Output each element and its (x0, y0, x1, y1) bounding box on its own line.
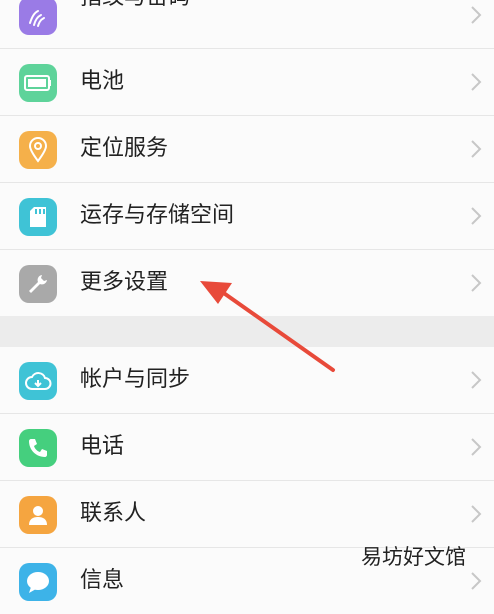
settings-item-label: 电池 (80, 69, 125, 94)
sd-card-icon (19, 198, 57, 236)
chevron-right-icon (471, 371, 482, 389)
settings-item-more-settings[interactable]: 更多设置 (0, 250, 494, 316)
settings-item-label: 更多设置 (80, 270, 169, 295)
chevron-right-icon (471, 438, 482, 456)
watermark-text: 易坊好文馆 (361, 545, 466, 569)
chevron-right-icon (471, 140, 482, 158)
phone-icon (19, 429, 57, 467)
settings-item-fingerprint[interactable]: 指纹与密码 (0, 0, 494, 49)
contact-icon (19, 496, 57, 534)
settings-item-battery[interactable]: 电池 (0, 49, 494, 116)
settings-item-label: 运存与存储空间 (80, 203, 235, 228)
location-icon (19, 131, 57, 169)
settings-item-label: 电话 (80, 434, 125, 459)
settings-item-label: 帐户与同步 (80, 367, 191, 392)
settings-group-2: 帐户与同步 电话 联系人 信息 (0, 347, 494, 614)
chevron-right-icon (471, 6, 482, 24)
chevron-right-icon (471, 207, 482, 225)
settings-item-label: 联系人 (80, 501, 147, 526)
battery-icon (19, 64, 57, 102)
settings-item-storage[interactable]: 运存与存储空间 (0, 183, 494, 250)
settings-item-label: 信息 (80, 568, 125, 593)
settings-item-contacts[interactable]: 联系人 (0, 481, 494, 548)
settings-item-location[interactable]: 定位服务 (0, 116, 494, 183)
chevron-right-icon (471, 572, 482, 590)
message-icon (19, 563, 57, 601)
settings-item-account-sync[interactable]: 帐户与同步 (0, 347, 494, 414)
settings-group-1: 指纹与密码 电池 定位服务 运存与存储空间 更多设置 (0, 0, 494, 316)
wrench-icon (19, 265, 57, 303)
fingerprint-icon (19, 0, 57, 35)
chevron-right-icon (471, 274, 482, 292)
chevron-right-icon (471, 505, 482, 523)
settings-item-label: 指纹与密码 (80, 0, 190, 12)
chevron-right-icon (471, 73, 482, 91)
settings-item-label: 定位服务 (80, 136, 169, 161)
cloud-sync-icon (19, 362, 57, 400)
settings-item-phone[interactable]: 电话 (0, 414, 494, 481)
